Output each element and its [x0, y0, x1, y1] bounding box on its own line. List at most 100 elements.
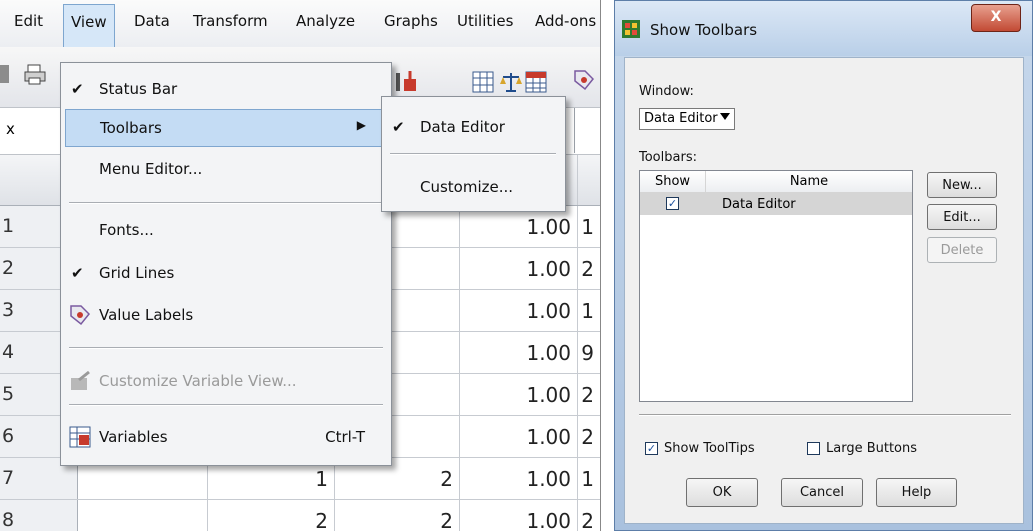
toolbars-submenu: ✔ Data Editor Customize... — [381, 96, 566, 212]
row-number[interactable]: 8 — [0, 500, 78, 531]
toolbars-list[interactable]: Show Name ✓ Data Editor — [639, 170, 913, 402]
data-cell[interactable]: 2 — [578, 374, 600, 415]
toolbars-label: Toolbars: — [639, 150, 697, 165]
cancel-button[interactable]: Cancel — [781, 478, 863, 507]
column-header-name[interactable]: Name — [706, 171, 912, 193]
value-labels-icon[interactable] — [573, 69, 595, 91]
data-cell[interactable]: 2 — [208, 500, 335, 531]
window-select-value: Data Editor — [644, 111, 718, 126]
list-item[interactable]: ✓ Data Editor — [640, 193, 912, 215]
variables-icon — [69, 426, 91, 448]
menu-graphs[interactable]: Graphs — [384, 12, 438, 30]
dialog-title: Show Toolbars — [650, 21, 758, 39]
menu-transform[interactable]: Transform — [193, 12, 268, 30]
select-cases-icon[interactable] — [525, 71, 547, 93]
column-header[interactable] — [578, 155, 600, 205]
data-cell[interactable]: 1.00 — [460, 332, 578, 373]
ok-button[interactable]: OK — [686, 478, 758, 507]
data-cell[interactable]: 1 — [578, 458, 600, 499]
data-cell[interactable]: 1.00 — [460, 206, 578, 247]
data-cell[interactable]: 1.00 — [460, 500, 578, 531]
show-toolbars-dialog: Show Toolbars X Window: Data Editor Tool… — [614, 0, 1033, 531]
menu-item-label: Fonts... — [99, 221, 154, 239]
data-cell[interactable]: 9 — [578, 332, 600, 373]
menu-separator — [390, 153, 556, 155]
close-button[interactable]: X — [971, 4, 1021, 32]
data-editor-window: Edit View Data Transform Analyze Graphs … — [0, 0, 601, 531]
checkmark-icon: ✔ — [392, 118, 405, 136]
split-file-icon[interactable] — [472, 71, 494, 93]
help-button[interactable]: Help — [876, 478, 957, 507]
menu-data[interactable]: Data — [134, 12, 170, 30]
show-tooltips-checkbox[interactable]: ✓ — [645, 442, 658, 455]
data-cell[interactable]: 2 — [578, 248, 600, 289]
menu-add-ons[interactable]: Add-ons — [535, 12, 596, 30]
value-labels-icon — [70, 305, 91, 326]
menu-utilities[interactable]: Utilities — [457, 12, 513, 30]
data-cell[interactable]: 2 — [335, 500, 460, 531]
large-buttons-label: Large Buttons — [826, 441, 918, 456]
data-cell[interactable]: 1.00 — [460, 248, 578, 289]
data-cell[interactable] — [78, 500, 208, 531]
menu-item-label: Toolbars — [100, 119, 162, 137]
print-icon[interactable] — [24, 63, 46, 85]
close-icon: X — [990, 9, 1002, 25]
insert-cases-icon[interactable] — [396, 71, 418, 93]
submenu-arrow-icon: ▶ — [356, 118, 366, 132]
toolbar-name: Data Editor — [722, 197, 796, 212]
menu-item-variables[interactable]: Variables Ctrl-T — [61, 419, 391, 457]
window-select[interactable]: Data Editor — [639, 108, 735, 130]
data-cell[interactable]: 1.00 — [460, 416, 578, 457]
submenu-item-label: Customize... — [420, 178, 514, 196]
large-buttons-checkbox[interactable] — [807, 442, 820, 455]
cell-name: x — [6, 120, 15, 138]
menu-analyze[interactable]: Analyze — [296, 12, 355, 30]
dialog-body: Window: Data Editor Toolbars: Show Name … — [624, 57, 1024, 524]
submenu-item-data-editor[interactable]: ✔ Data Editor — [382, 109, 565, 145]
edit-button[interactable]: Edit... — [927, 204, 997, 230]
data-cell[interactable]: 1.00 — [460, 374, 578, 415]
dialog-title-bar[interactable]: Show Toolbars X — [615, 1, 1032, 56]
new-button[interactable]: New... — [927, 172, 997, 198]
menu-separator — [69, 347, 383, 349]
menu-item-toolbars[interactable]: Toolbars ▶ — [65, 109, 387, 147]
menu-item-label: Variables — [99, 428, 168, 446]
window-label: Window: — [639, 84, 694, 99]
data-cell[interactable]: 1 — [578, 206, 600, 247]
menu-separator — [69, 202, 383, 204]
toolbar-app-icon — [622, 20, 640, 38]
menu-item-menu-editor[interactable]: Menu Editor... — [61, 151, 391, 189]
checkmark-icon: ✔ — [71, 264, 84, 282]
data-cell[interactable]: 1 — [578, 290, 600, 331]
view-menu-dropdown: ✔ Status Bar Toolbars ▶ Menu Editor... F… — [60, 62, 392, 466]
menu-edit[interactable]: Edit — [14, 12, 43, 30]
column-header-show[interactable]: Show — [640, 171, 706, 193]
table-row: 8 2 2 1.00 2 — [0, 500, 600, 531]
divider — [639, 414, 1011, 416]
menu-item-customize-variable-view[interactable]: Customize Variable View... — [61, 363, 391, 401]
menu-item-label: Menu Editor... — [99, 160, 203, 178]
menu-item-value-labels[interactable]: Value Labels — [61, 297, 391, 335]
menu-bar: Edit View Data Transform Analyze Graphs … — [0, 0, 600, 48]
chevron-down-icon — [720, 113, 730, 120]
checkmark-icon: ✔ — [71, 80, 84, 98]
data-cell[interactable]: 2 — [578, 500, 600, 531]
customize-variable-view-icon — [71, 370, 90, 390]
shortcut-label: Ctrl-T — [325, 428, 365, 446]
data-cell[interactable]: 1.00 — [460, 290, 578, 331]
menu-item-status-bar[interactable]: ✔ Status Bar — [61, 71, 391, 109]
menu-separator — [69, 404, 383, 406]
show-checkbox[interactable]: ✓ — [666, 197, 679, 210]
menu-item-label: Status Bar — [99, 80, 178, 98]
delete-button[interactable]: Delete — [927, 237, 997, 263]
menu-view[interactable]: View — [63, 4, 115, 47]
menu-item-fonts[interactable]: Fonts... — [61, 212, 391, 250]
submenu-item-label: Data Editor — [420, 118, 505, 136]
weight-cases-icon[interactable] — [500, 71, 522, 93]
open-file-icon[interactable] — [0, 63, 10, 85]
data-cell[interactable]: 1.00 — [460, 458, 578, 499]
data-cell[interactable]: 2 — [578, 416, 600, 457]
menu-item-grid-lines[interactable]: ✔ Grid Lines — [61, 255, 391, 293]
menu-item-label: Customize Variable View... — [99, 372, 297, 390]
submenu-item-customize[interactable]: Customize... — [382, 169, 565, 205]
